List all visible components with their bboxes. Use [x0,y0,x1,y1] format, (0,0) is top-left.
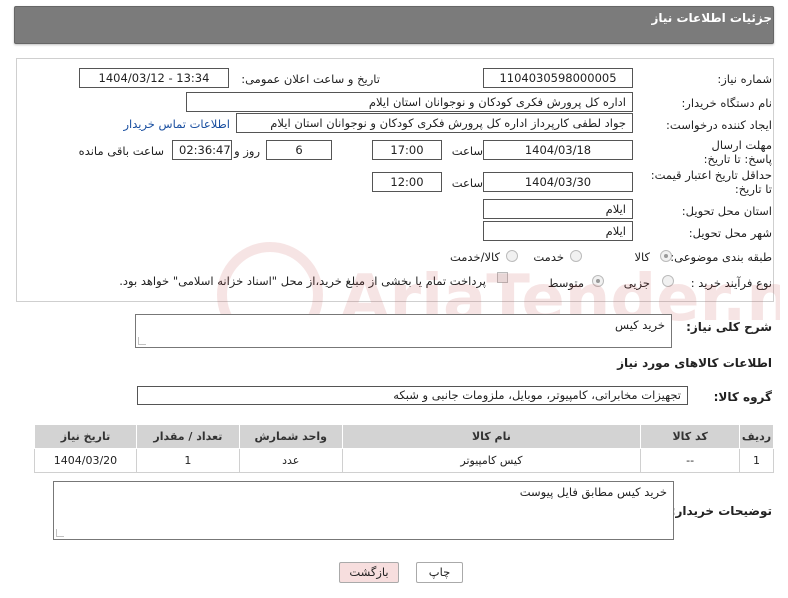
purchase-type-radio-medium[interactable] [592,275,604,287]
price-validity-time[interactable]: 12:00 [372,172,442,192]
col-unit: واحد شمارش [238,424,343,449]
remaining-time[interactable]: 02:36:47 [172,140,232,160]
price-validity-time-label: ساعت [451,176,483,190]
col-goods-name: نام کالا [341,424,642,449]
goods-group-label: گروه کالا: [713,390,772,404]
print-button[interactable]: چاپ [416,562,463,583]
resize-grip-icon[interactable] [138,337,146,345]
table-header-row: ردیف کد کالا نام کالا واحد شمارش تعداد /… [34,424,774,449]
goods-table: ردیف کد کالا نام کالا واحد شمارش تعداد /… [34,424,774,473]
cell-goods-code: -- [640,448,741,473]
delivery-city-field[interactable]: ایلام [483,221,633,241]
announce-datetime-field[interactable]: 1404/03/12 - 13:34 [79,68,229,88]
requester-label: ایجاد کننده درخواست: [666,118,772,132]
category-option-goods: کالا [634,250,650,264]
col-quantity: تعداد / مقدار [135,424,240,449]
reply-deadline-date[interactable]: 1404/03/18 [483,140,633,160]
purchase-type-option-medium: متوسط [547,276,584,290]
table-row[interactable]: 1 -- کیس کامپیوتر عدد 1 1404/03/20 [34,448,774,473]
reply-deadline-label: مهلت ارسال پاسخ: تا تاریخ: [703,138,772,166]
buyer-org-label: نام دستگاه خریدار: [681,96,772,110]
requester-field[interactable]: جواد لطفی کارپرداز اداره کل پرورش فکری ک… [236,113,633,133]
delivery-province-label: استان محل تحویل: [681,204,772,218]
delivery-province-field[interactable]: ایلام [483,199,633,219]
category-label: طبقه بندی موضوعی: [670,250,772,264]
category-radio-both[interactable] [506,250,518,262]
announce-datetime-label: تاریخ و ساعت اعلان عمومی: [241,72,380,86]
days-label: روز و [234,144,260,158]
back-button[interactable]: بازگشت [339,562,399,583]
buyer-notes-text: خرید کیس مطابق فایل پیوست [519,485,667,499]
price-validity-label: حداقل تاریخ اعتبار قیمت: تا تاریخ: [650,168,772,196]
buyer-org-field[interactable]: اداره کل پرورش فکری کودکان و نوجوانان اس… [186,92,633,112]
goods-section-title: اطلاعات کالاهای مورد نیاز [617,356,772,370]
purchase-type-label: نوع فرآیند خرید : [690,276,772,290]
price-validity-date[interactable]: 1404/03/30 [483,172,633,192]
cell-quantity: 1 [135,448,240,473]
need-number-field[interactable]: 1104030598000005 [483,68,633,88]
reply-time-label: ساعت [451,144,483,158]
category-radio-service[interactable] [570,250,582,262]
cell-need-date: 1404/03/20 [34,448,137,473]
description-label: شرح کلی نیاز: [686,320,772,334]
treasury-payment-checkbox[interactable] [497,272,508,283]
col-need-date: تاریخ نیاز [34,424,137,449]
buyer-contact-link[interactable]: اطلاعات تماس خریدار [123,117,230,131]
page-title: جزئیات اطلاعات نیاز [651,11,772,25]
category-option-both: کالا/خدمت [449,250,500,264]
category-radio-goods[interactable] [660,250,672,262]
buyer-notes-textarea[interactable]: خرید کیس مطابق فایل پیوست [53,481,674,540]
col-row-number: ردیف [739,424,774,449]
treasury-payment-note: پرداخت تمام یا بخشی از مبلغ خرید،از محل … [119,274,486,288]
delivery-city-label: شهر محل تحویل: [688,226,772,240]
resize-grip-icon[interactable] [56,529,64,537]
cell-row-number: 1 [739,448,774,473]
remaining-days[interactable]: 6 [266,140,332,160]
description-textarea[interactable]: خرید کیس [135,314,672,348]
category-option-service: خدمت [533,250,564,264]
cell-goods-name: کیس کامپیوتر [341,448,642,473]
purchase-type-radio-minor[interactable] [662,275,674,287]
goods-group-field[interactable]: تجهیزات مخابراتی، کامپیوتر، موبایل، ملزو… [137,386,688,405]
purchase-type-option-minor: جزیی [623,276,650,290]
buyer-notes-label: توضیحات خریدار: [670,504,772,518]
description-text: خرید کیس [615,318,665,332]
cell-unit: عدد [238,448,343,473]
need-number-label: شماره نیاز: [717,72,772,86]
remaining-time-label: ساعت باقی مانده [78,144,164,158]
reply-deadline-time[interactable]: 17:00 [372,140,442,160]
col-goods-code: کد کالا [640,424,741,449]
